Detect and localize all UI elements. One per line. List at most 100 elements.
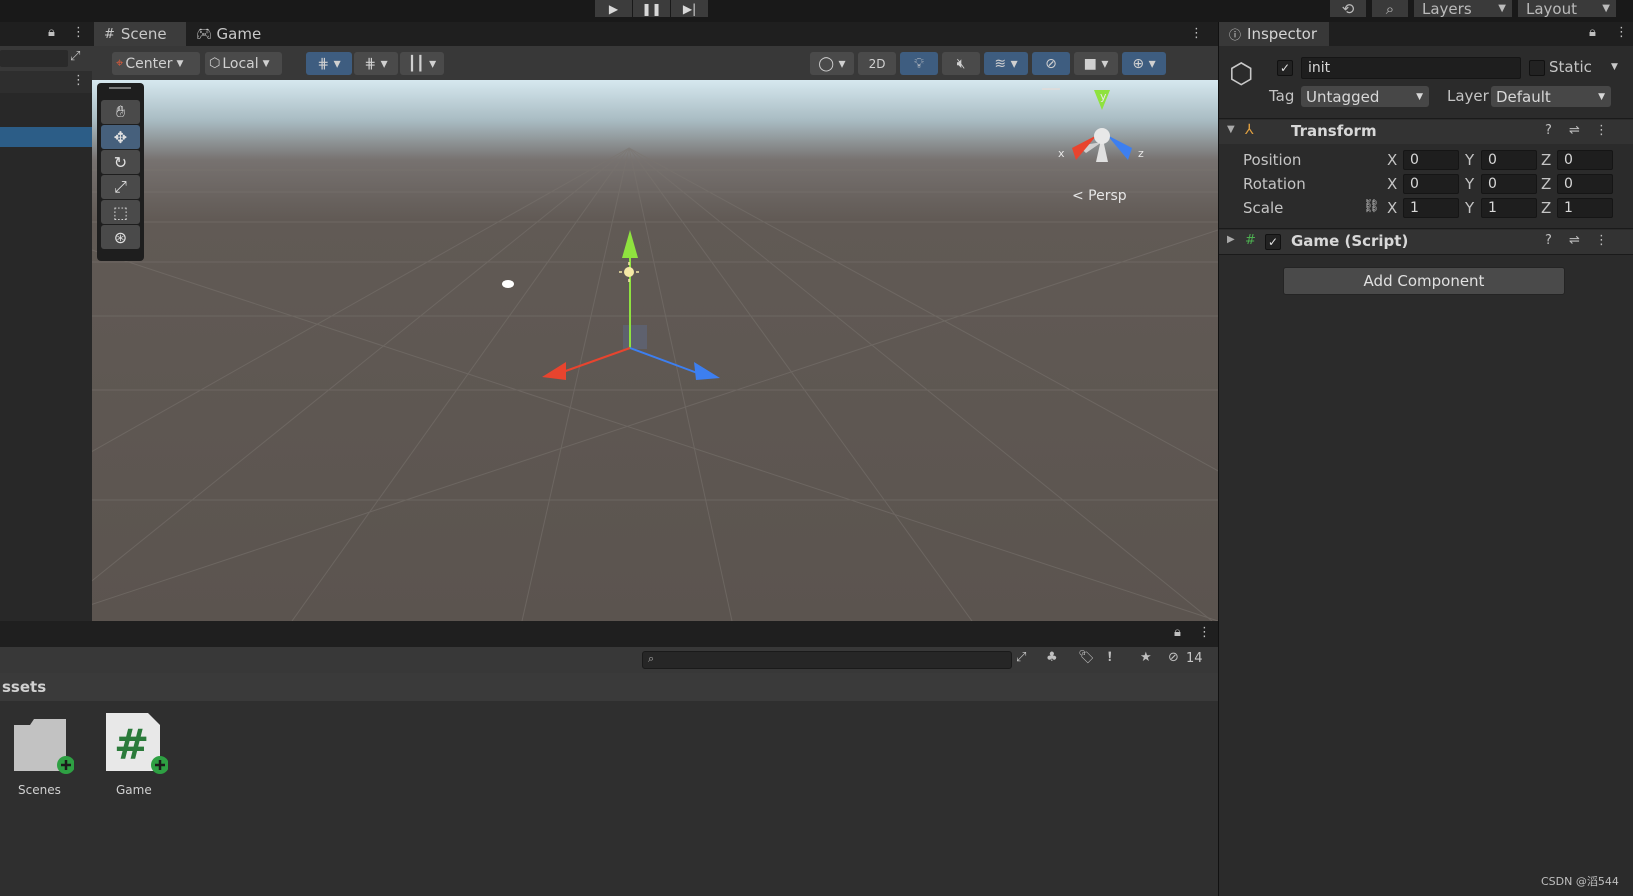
gizmos-dropdown[interactable]: ⊕ ▾ [1122,52,1166,75]
play-button[interactable]: ▶ [595,0,632,17]
grid-snap-icon: ⋕ ▾ [317,55,341,72]
component-enabled-checkbox[interactable]: ✓ [1265,234,1281,250]
layout-dropdown[interactable]: Layout ▼ [1518,0,1616,18]
scale-tool-button[interactable]: ⤢ [101,175,140,199]
kebab-menu-icon[interactable]: ⋮ [1198,625,1211,640]
preset-icon[interactable]: ⇌ [1569,123,1580,138]
top-toolbar: ▶ ❚❚ ▶| ⟲ ⌕ Layers ▼ Layout ▼ [0,0,1633,22]
layer-dropdown[interactable]: Default ▼ [1491,86,1611,107]
move-gizmo[interactable] [542,230,720,380]
kebab-menu-icon[interactable]: ⋮ [1595,123,1608,138]
transform-header[interactable]: ▼ ⅄ Transform ? ⇌ ⋮ [1219,120,1633,144]
asset-item[interactable]: Scenes [10,713,75,797]
kebab-menu-icon[interactable]: ⋮ [72,73,85,88]
lighting-toggle[interactable]: 💡︎ [900,52,938,75]
position-z-field[interactable]: 0 [1557,150,1613,170]
row-label: Scale [1243,199,1284,217]
chevron-down-icon[interactable]: ▼ [1611,62,1618,72]
hand-tool-button[interactable]: ✋︎ [101,100,140,124]
scale-x-field[interactable]: 1 [1403,198,1459,218]
value: 0 [1410,176,1419,192]
kebab-menu-icon[interactable]: ⋮ [1595,233,1608,248]
rotation-x-field[interactable]: 0 [1403,174,1459,194]
hierarchy-selected-row[interactable] [0,127,92,147]
script-component-header[interactable]: ▶ # ✓ Game (Script) ? ⇌ ⋮ [1219,230,1633,254]
search-by-type-icon[interactable]: ⤢ [1016,650,1026,665]
tab-inspector[interactable]: ⓘ Inspector [1219,22,1329,46]
foldout-collapsed-icon[interactable]: ▶ [1227,234,1235,245]
component-title: Game (Script) [1291,232,1409,250]
tab-scene[interactable]: # Scene [94,22,186,46]
unlink-icon[interactable]: ⛓︎ [1363,199,1380,214]
tag-dropdown[interactable]: Untagged ▼ [1301,86,1429,107]
move-tool-button[interactable]: ✥ [101,125,140,149]
scale-y-field[interactable]: 1 [1481,198,1537,218]
gameobject-cube-icon[interactable]: ⬡ [1229,57,1253,90]
pause-button[interactable]: ❚❚ [633,0,670,17]
hierarchy-panel: 🔒︎ ⋮ ⤢ ⋮ [0,22,92,622]
foldout-expanded-icon[interactable]: ▼ [1227,124,1235,135]
layers-dropdown[interactable]: Layers ▼ [1414,0,1512,18]
scale-z-field[interactable]: 1 [1557,198,1613,218]
history-button[interactable]: ⟲ [1330,0,1366,18]
rotation-z-field[interactable]: 0 [1557,174,1613,194]
project-search-input[interactable]: ⌕ [642,651,1012,669]
space-mode-dropdown[interactable]: ⬡ Local ▼ [205,52,282,75]
draw-mode-dropdown[interactable]: ◯ ▾ [810,52,854,75]
rect-tool-button[interactable]: ⬚ [101,200,140,224]
filter-by-type-icon[interactable]: ♣ [1046,650,1058,665]
kebab-menu-icon[interactable]: ⋮ [1190,26,1203,41]
hidden-packages-icon[interactable]: ⊘ [1168,650,1179,665]
value: 1 [1564,200,1573,216]
ruler-snap-toggle[interactable]: ┃┃ ▾ [400,52,444,75]
help-icon[interactable]: ? [1545,123,1552,138]
pivot-mode-dropdown[interactable]: ⌖ Center ▼ [112,52,200,75]
grid-snap-toggle[interactable]: ⋕ ▾ [306,52,352,75]
increment-snap-toggle[interactable]: ⋕ ▾ [354,52,398,75]
asset-label: Game [116,783,152,797]
lock-icon[interactable]: 🔒︎ [48,25,55,40]
projection-label[interactable]: < Persp [1072,188,1127,204]
lock-icon[interactable]: 🔒︎ [1174,625,1181,640]
axis-x-label: X [1387,199,1398,217]
camera-dropdown[interactable]: ■ ▾ [1074,52,1118,75]
orientation-gizmo[interactable] [1042,88,1132,162]
help-icon[interactable]: ? [1545,233,1552,248]
rotate-tool-button[interactable]: ↻ [101,150,140,174]
hand-icon: ✋︎ [115,102,126,121]
static-checkbox[interactable] [1529,60,1545,76]
tab-label: Inspector [1247,25,1317,43]
tab-game[interactable]: 🎮︎ Game [192,22,272,46]
search-button[interactable]: ⌕ [1372,0,1408,18]
kebab-menu-icon[interactable]: ⋮ [72,25,85,40]
position-y-field[interactable]: 0 [1481,150,1537,170]
scene-visibility-toggle[interactable]: ⊘ [1032,52,1070,75]
lock-icon[interactable]: 🔒︎ [1589,25,1596,40]
kebab-menu-icon[interactable]: ⋮ [1615,25,1628,40]
position-x-field[interactable]: 0 [1403,150,1459,170]
effects-icon: ≋ ▾ [994,55,1018,72]
favorite-star-icon[interactable]: ★ [1140,650,1152,665]
label-icon[interactable]: 🏷︎ [1078,650,1095,665]
gamepad-icon: 🎮︎ [196,26,213,42]
rotation-row: Rotation X 0 Y 0 Z 0 [1219,172,1633,196]
preset-icon[interactable]: ⇌ [1569,233,1580,248]
search-by-type-icon[interactable]: ⤢ [70,49,80,64]
chevron-down-icon: ▼ [1498,3,1506,14]
effects-dropdown[interactable]: ≋ ▾ [984,52,1028,75]
breadcrumb-assets[interactable]: ssets [2,678,46,696]
object-name-field[interactable]: init [1301,57,1521,79]
transform-tool-button[interactable]: ⊛ [101,225,140,249]
scene-viewport[interactable]: y x z < Persp [92,80,1218,621]
tab-label: Scene [120,25,167,43]
hierarchy-search-input[interactable] [0,50,68,67]
add-component-button[interactable]: Add Component [1283,267,1565,295]
drag-handle[interactable] [109,87,131,89]
asset-item[interactable]: # Game [104,713,169,797]
2d-toggle[interactable]: 2D [858,52,896,75]
warning-icon[interactable]: ❗︎ [1108,650,1112,665]
rotation-y-field[interactable]: 0 [1481,174,1537,194]
audio-toggle[interactable]: 🔇︎ [942,52,980,75]
active-checkbox[interactable]: ✓ [1277,60,1293,76]
step-button[interactable]: ▶| [671,0,708,17]
